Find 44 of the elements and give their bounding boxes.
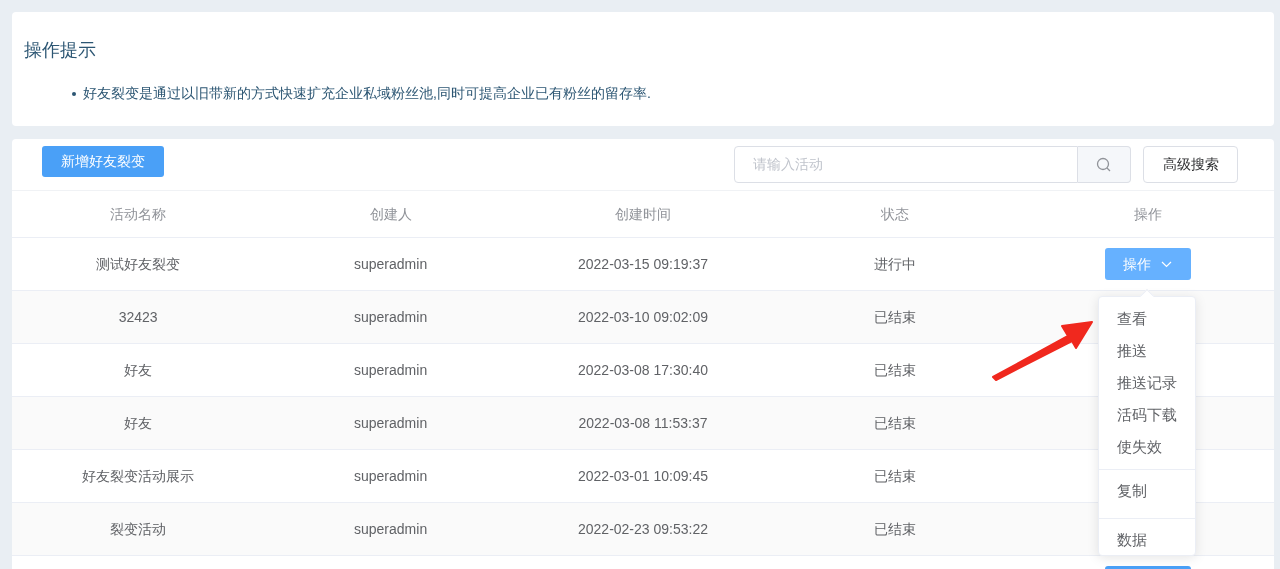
table-cell-text: 进行中 [874,254,917,274]
table-cell-text: 已结束 [874,413,917,433]
table-cell-text: 裂变活动 [110,519,167,539]
column-header: 状态 [881,204,910,224]
column-header: 创建时间 [615,204,671,224]
table-cell-text: 32423 [118,307,158,327]
search-button[interactable] [1078,146,1131,183]
search-icon [1096,156,1112,173]
table-cell-text: 2022-03-01 10:09:45 [578,466,708,486]
table-cell-text: 好友 [124,360,153,380]
table-cell-text: 已结束 [874,466,917,486]
menu-item[interactable]: 推送 [1099,335,1195,367]
tip-text: 好友裂变是通过以旧带新的方式快速扩充企业私域粉丝池,同时可提高企业已有粉丝的留存率. [83,84,651,103]
table-cell-text: superadmin [354,466,428,486]
table-cell-text: 已结束 [874,307,917,327]
table-cell-text: 好友裂变活动展示 [82,466,195,486]
table-cell-text: 2022-03-08 11:53:37 [578,413,708,433]
bullet-icon [72,91,76,96]
advanced-search-button[interactable]: 高级搜索 [1143,146,1238,183]
menu-item[interactable]: 数据 [1099,518,1195,561]
table-cell-text: superadmin [354,307,428,327]
tips-title: 操作提示 [24,39,96,62]
column-header: 操作 [1133,204,1162,224]
table-cell-text: 2022-03-10 09:02:09 [578,307,708,327]
table-cell-text: 2022-02-23 09:53:22 [578,519,708,539]
table-cell-text: superadmin [354,413,428,433]
menu-item[interactable]: 使失效 [1099,431,1195,463]
search-field[interactable]: 请输入活动 [734,146,1078,183]
menu-item[interactable]: 复制 [1099,469,1195,512]
caret-icon [1161,260,1173,268]
table-cell-text: superadmin [354,519,428,539]
table-cell-text: 好友 [124,413,153,433]
table-cell-text: superadmin [354,360,428,380]
menu-item[interactable]: 推送记录 [1099,367,1195,399]
table-cell-text: 已结束 [874,519,917,539]
table-cell-text: superadmin [354,254,428,274]
table-cell-text: 测试好友裂变 [96,254,181,274]
table-cell-text: 2022-03-08 17:30:40 [578,360,708,380]
menu-item[interactable]: 活码下载 [1099,399,1195,431]
table-cell-text: 已结束 [874,360,917,380]
menu-item[interactable]: 查看 [1099,303,1195,335]
column-header: 创建人 [369,204,412,224]
table-cell-text: 2022-03-15 09:19:37 [578,254,708,274]
column-header: 活动名称 [110,204,167,224]
